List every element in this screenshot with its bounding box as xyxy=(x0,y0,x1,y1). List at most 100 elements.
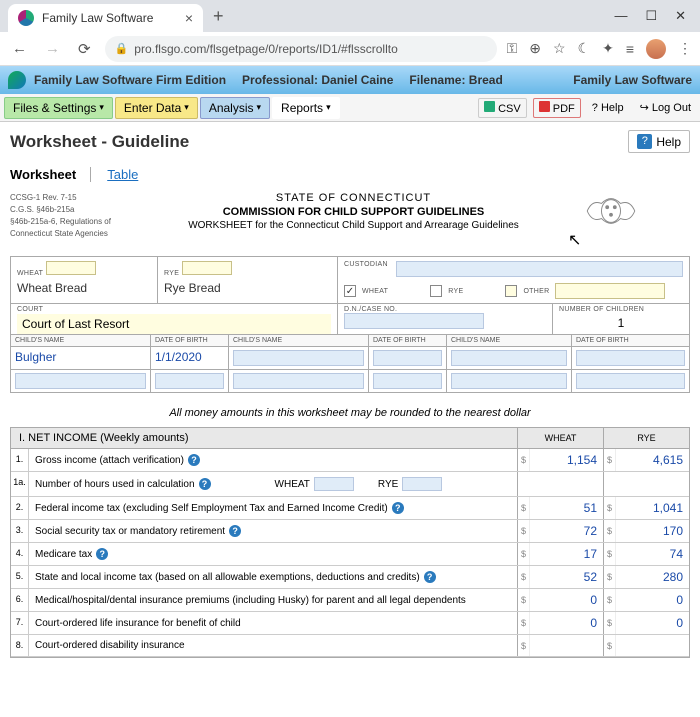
help-icon[interactable]: ? xyxy=(229,525,241,537)
star-icon[interactable]: ☆ xyxy=(553,40,566,57)
child5-name-input[interactable] xyxy=(451,350,567,366)
income-row: 7.Court-ordered life insurance for benef… xyxy=(11,612,689,635)
custodian-other-input[interactable] xyxy=(555,283,665,299)
amount-cell[interactable]: $52 xyxy=(517,566,603,588)
parties-grid: WHEAT Wheat Bread RYE Rye Bread CUSTODIA… xyxy=(10,256,690,335)
amount-cell[interactable]: $17 xyxy=(517,543,603,565)
child1-name[interactable]: Bulgher xyxy=(15,347,56,364)
app-logo-icon xyxy=(8,71,26,89)
amount-cell[interactable]: $72 xyxy=(517,520,603,542)
child4-dob-input[interactable] xyxy=(373,373,442,389)
amount-cell[interactable]: $170 xyxy=(603,520,689,542)
profile-avatar[interactable] xyxy=(646,39,666,59)
row-description: Court-ordered disability insurance xyxy=(29,635,517,656)
maximize-icon[interactable]: ☐ xyxy=(645,8,657,24)
moon-icon[interactable]: ☾ xyxy=(578,40,591,57)
edition-label: Family Law Software Firm Edition xyxy=(34,73,226,87)
professional-label: Professional: Daniel Caine xyxy=(242,73,393,87)
close-icon[interactable]: × xyxy=(185,10,193,26)
amount-cell[interactable]: $0 xyxy=(603,589,689,611)
doc-references: CCSG-1 Rev. 7-15 C.G.S. §46b-215a §46b-2… xyxy=(10,192,125,240)
child4-name-input[interactable] xyxy=(233,373,364,389)
page-help-button[interactable]: ?Help xyxy=(628,130,690,153)
playlist-icon[interactable]: ≡ xyxy=(626,41,634,57)
party2-code-input[interactable] xyxy=(182,261,232,275)
custodian-other-checkbox[interactable] xyxy=(505,285,517,297)
browser-tab[interactable]: Family Law Software × xyxy=(8,4,203,32)
child1-dob[interactable]: 1/1/2020 xyxy=(155,347,202,364)
reports-menu[interactable]: Reports▾ xyxy=(272,97,340,119)
row-description: State and local income tax (based on all… xyxy=(29,566,517,588)
child2-name-input[interactable] xyxy=(15,373,146,389)
analysis-menu[interactable]: Analysis▾ xyxy=(200,97,270,119)
amount-cell[interactable]: $51 xyxy=(517,497,603,519)
csv-export-button[interactable]: CSV xyxy=(478,98,527,118)
zoom-icon[interactable]: ⊕ xyxy=(529,40,541,57)
browser-tab-strip: Family Law Software × + — ☐ ✕ xyxy=(0,0,700,32)
close-window-icon[interactable]: ✕ xyxy=(675,8,686,24)
child6-name-input[interactable] xyxy=(451,373,567,389)
amount-cell[interactable]: $0 xyxy=(517,589,603,611)
window-controls: — ☐ ✕ xyxy=(600,8,700,32)
amount-cell[interactable]: $0 xyxy=(517,612,603,634)
amount-cell[interactable] xyxy=(517,472,603,496)
help-icon[interactable]: ? xyxy=(96,548,108,560)
custodian-input[interactable] xyxy=(396,261,683,277)
key-icon[interactable]: ⚿ xyxy=(507,40,518,57)
hours-wheat-input[interactable] xyxy=(314,477,354,491)
income-row: 1a.Number of hours used in calculation?W… xyxy=(11,472,689,497)
logout-button[interactable]: ↪ Log Out xyxy=(635,99,696,116)
amount-cell[interactable]: $4,615 xyxy=(603,449,689,471)
files-settings-menu[interactable]: Files & Settings▾ xyxy=(4,97,113,119)
amount-cell[interactable]: $280 xyxy=(603,566,689,588)
minimize-icon[interactable]: — xyxy=(614,8,627,24)
children-grid: CHILD'S NAME DATE OF BIRTH CHILD'S NAME … xyxy=(10,335,690,393)
tab-table[interactable]: Table xyxy=(107,167,138,182)
help-icon[interactable]: ? xyxy=(392,502,404,514)
amount-cell[interactable]: $0 xyxy=(603,612,689,634)
row-description: Federal income tax (excluding Self Emplo… xyxy=(29,497,517,519)
child6-dob-input[interactable] xyxy=(576,373,685,389)
amount-cell[interactable]: $ xyxy=(517,635,603,656)
amount-cell[interactable]: $1,154 xyxy=(517,449,603,471)
kebab-menu-icon[interactable]: ⋮ xyxy=(678,40,692,57)
amount-cell[interactable]: $1,041 xyxy=(603,497,689,519)
income-row: 1.Gross income (attach verification)?$1,… xyxy=(11,449,689,472)
help-icon[interactable]: ? xyxy=(424,571,436,583)
custodian-wheat-checkbox[interactable]: ✓ xyxy=(344,285,356,297)
extensions-icon[interactable]: ✦ xyxy=(602,40,614,57)
income-row: 5.State and local income tax (based on a… xyxy=(11,566,689,589)
row-number: 2. xyxy=(11,497,29,519)
party1-code-input[interactable] xyxy=(46,261,96,275)
hours-rye-input[interactable] xyxy=(402,477,442,491)
amount-cell[interactable]: $ xyxy=(603,635,689,656)
case-number-input[interactable] xyxy=(344,313,484,329)
amount-cell[interactable] xyxy=(603,472,689,496)
row-description: Medical/hospital/dental insurance premiu… xyxy=(29,589,517,611)
page-content: Worksheet - Guideline ?Help Worksheet Ta… xyxy=(0,122,700,666)
enter-data-menu[interactable]: Enter Data▾ xyxy=(115,97,198,119)
custodian-rye-checkbox[interactable] xyxy=(430,285,442,297)
row-number: 3. xyxy=(11,520,29,542)
child2-dob-input[interactable] xyxy=(155,373,224,389)
url-field[interactable]: 🔒 pro.flsgo.com/flsgetpage/0/reports/ID1… xyxy=(105,36,497,62)
help-icon[interactable]: ? xyxy=(188,454,200,466)
child5-dob-input[interactable] xyxy=(576,350,685,366)
amount-cell[interactable]: $74 xyxy=(603,543,689,565)
pdf-export-button[interactable]: PDF xyxy=(533,98,581,118)
tab-title: Family Law Software xyxy=(42,11,153,25)
rounding-note: All money amounts in this worksheet may … xyxy=(10,407,690,419)
court-value[interactable]: Court of Last Resort xyxy=(17,314,331,334)
tab-worksheet[interactable]: Worksheet xyxy=(10,167,91,182)
child3-dob-input[interactable] xyxy=(373,350,442,366)
back-button[interactable]: ← xyxy=(8,38,31,59)
help-link[interactable]: ? Help xyxy=(587,100,629,116)
forward-button[interactable]: → xyxy=(41,38,64,59)
doc-heading: STATE OF CONNECTICUT COMMISSION FOR CHIL… xyxy=(125,192,582,240)
csv-icon xyxy=(484,101,495,112)
help-icon[interactable]: ? xyxy=(199,478,211,490)
reload-button[interactable]: ⟳ xyxy=(74,38,95,60)
url-text: pro.flsgo.com/flsgetpage/0/reports/ID1/#… xyxy=(134,42,397,56)
new-tab-button[interactable]: + xyxy=(213,6,224,27)
child3-name-input[interactable] xyxy=(233,350,364,366)
